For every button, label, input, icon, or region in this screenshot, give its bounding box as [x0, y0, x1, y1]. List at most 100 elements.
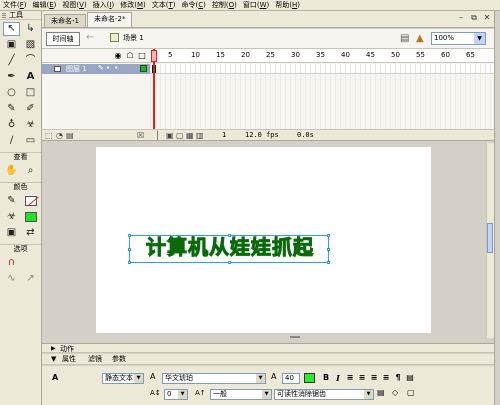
- chevron-down-icon[interactable]: ▼: [178, 390, 187, 399]
- tab-document-2[interactable]: 未命名-2*: [86, 12, 133, 27]
- html-render-icon[interactable]: ◇: [392, 388, 398, 398]
- menu-control[interactable]: 控制(O): [209, 0, 240, 10]
- pen-tool-icon[interactable]: ✒: [3, 70, 20, 84]
- frame-ruler[interactable]: 5 10 15 20 25 30 35 40 45 50 55 60 65: [150, 49, 494, 63]
- minimize-icon[interactable]: –: [456, 13, 466, 23]
- subselection-tool-icon[interactable]: ↳: [22, 22, 39, 36]
- rectangle-tool-icon[interactable]: □: [22, 86, 39, 100]
- chevron-down-icon[interactable]: ▼: [262, 390, 271, 399]
- swap-colors-icon[interactable]: ⇄: [22, 226, 39, 240]
- onion-markers-icon[interactable]: ▥: [196, 131, 204, 140]
- tab-parameters[interactable]: 参数: [112, 355, 126, 364]
- align-right-icon[interactable]: ≡: [369, 373, 379, 383]
- align-left-icon[interactable]: ≡: [345, 373, 355, 383]
- selectable-icon[interactable]: ▤: [377, 388, 385, 398]
- delete-layer-icon[interactable]: ☒: [137, 131, 144, 140]
- border-icon[interactable]: ▢: [407, 388, 415, 398]
- align-center-icon[interactable]: ≡: [357, 373, 367, 383]
- onion-outline-icon[interactable]: ▢: [176, 131, 184, 140]
- vertical-scroll-thumb[interactable]: [487, 223, 493, 253]
- menu-window[interactable]: 窗口(W): [240, 0, 272, 10]
- font-family-select[interactable]: 华文琥珀 ▼: [162, 373, 266, 384]
- lock-icon[interactable]: ☖: [126, 52, 134, 60]
- add-motion-guide-icon[interactable]: ◔: [56, 131, 63, 140]
- menu-text[interactable]: 文本(T): [149, 0, 179, 10]
- zoom-select[interactable]: 100% ▼: [431, 32, 486, 45]
- right-dock-edge[interactable]: [494, 11, 500, 405]
- eye-icon[interactable]: ◉: [114, 52, 122, 60]
- font-size-input[interactable]: 40: [282, 373, 300, 384]
- edit-scene-icon[interactable]: ▤: [400, 33, 409, 44]
- resize-handle[interactable]: [327, 261, 330, 264]
- back-arrow-icon[interactable]: ←: [86, 32, 94, 43]
- anti-alias-select[interactable]: 可读性消除锯齿 ▼: [274, 389, 374, 400]
- line-tool-icon[interactable]: ╱: [3, 54, 20, 68]
- paint-bucket-icon[interactable]: ☣: [22, 118, 39, 132]
- onion-skin-icon[interactable]: ▣: [166, 131, 174, 140]
- stroke-color-icon[interactable]: ✎: [3, 194, 20, 208]
- straighten-icon[interactable]: ↗: [22, 272, 39, 286]
- lasso-tool-icon[interactable]: ⌒: [22, 54, 39, 68]
- outline-icon[interactable]: □: [138, 52, 146, 60]
- panel-resize-grip[interactable]: [290, 336, 300, 338]
- oval-tool-icon[interactable]: ○: [3, 86, 20, 100]
- playhead-handle[interactable]: [151, 50, 157, 62]
- chevron-down-icon[interactable]: ▼: [474, 33, 485, 44]
- close-icon[interactable]: ✕: [482, 13, 492, 23]
- layer-row[interactable]: 图层 1 ✎ ••: [42, 64, 150, 74]
- actions-panel-header[interactable]: ▶ 动作: [42, 343, 494, 353]
- text-type-select[interactable]: 静态文本 ▼: [102, 373, 144, 384]
- insert-layer-icon[interactable]: ⬚: [45, 131, 53, 140]
- menu-help[interactable]: 帮助(H): [272, 0, 303, 10]
- menu-edit[interactable]: 编辑(E): [30, 0, 60, 10]
- menu-view[interactable]: 视图(V): [59, 0, 89, 10]
- stage-text[interactable]: 计算机从娃娃抓起: [130, 233, 330, 261]
- resize-handle[interactable]: [228, 261, 231, 264]
- justify-icon[interactable]: ≡: [381, 373, 391, 383]
- tools-title[interactable]: 工具: [0, 11, 41, 20]
- eraser-icon[interactable]: ▭: [22, 134, 39, 148]
- free-transform-icon[interactable]: ▣: [3, 38, 20, 52]
- menu-modify[interactable]: 修改(M): [117, 0, 149, 10]
- text-color-swatch[interactable]: [304, 373, 315, 383]
- hand-tool-icon[interactable]: ✋: [3, 164, 20, 178]
- text-options-icon[interactable]: ▤: [405, 373, 415, 383]
- menu-file[interactable]: 文件(F): [0, 0, 30, 10]
- bold-button[interactable]: B: [321, 373, 331, 383]
- tab-document-1[interactable]: 未命名-1: [44, 14, 86, 27]
- letter-spacing-input[interactable]: 0 ▼: [164, 389, 188, 400]
- menu-commands[interactable]: 命令(C): [178, 0, 208, 10]
- chevron-down-icon[interactable]: ▼: [364, 390, 373, 399]
- eyedropper-icon[interactable]: ∕: [3, 134, 20, 148]
- pencil-tool-icon[interactable]: ✎: [3, 102, 20, 116]
- text-tool-icon[interactable]: A: [22, 70, 39, 84]
- restore-icon[interactable]: ⧉: [469, 13, 479, 23]
- paragraph-icon[interactable]: ¶: [393, 373, 403, 383]
- timeline-toggle-button[interactable]: 时间轴: [46, 32, 80, 46]
- tab-filters[interactable]: 滤镜: [88, 355, 102, 364]
- stroke-color-swatch[interactable]: [22, 194, 39, 208]
- chevron-down-icon[interactable]: ▼: [256, 374, 265, 383]
- collapse-triangle-icon[interactable]: ▼: [51, 355, 56, 364]
- edit-multiple-frames-icon[interactable]: ▦: [186, 131, 194, 140]
- menu-insert[interactable]: 插入(I): [90, 0, 118, 10]
- selection-tool-icon[interactable]: ↖: [3, 22, 20, 36]
- ink-bottle-icon[interactable]: ♁: [3, 118, 20, 132]
- tab-properties[interactable]: 属性: [62, 355, 76, 364]
- chevron-down-icon[interactable]: ▼: [134, 374, 143, 383]
- expand-triangle-icon[interactable]: ▶: [51, 345, 56, 353]
- insert-folder-icon[interactable]: ▤: [66, 131, 74, 140]
- frame-row[interactable]: [150, 64, 494, 74]
- gradient-transform-icon[interactable]: ▧: [22, 38, 39, 52]
- center-frame-icon[interactable]: │: [155, 131, 160, 140]
- layer-outline-color[interactable]: [140, 65, 147, 72]
- italic-button[interactable]: I: [333, 373, 343, 383]
- edit-symbol-icon[interactable]: ▲: [416, 33, 424, 44]
- zoom-tool-icon[interactable]: ⌕: [22, 164, 39, 178]
- fill-color-swatch[interactable]: [22, 210, 39, 224]
- layer-visibility-dots[interactable]: ••: [106, 64, 122, 73]
- resize-handle[interactable]: [128, 261, 131, 264]
- default-colors-icon[interactable]: ▣: [3, 226, 20, 240]
- brush-tool-icon[interactable]: ✐: [22, 102, 39, 116]
- baseline-select[interactable]: 一般 ▼: [210, 389, 272, 400]
